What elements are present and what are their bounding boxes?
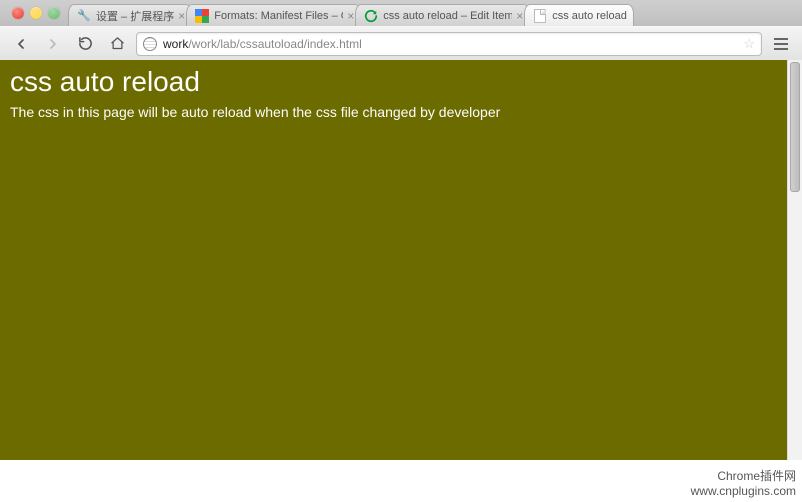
window-minimize-button[interactable] — [30, 7, 42, 19]
reload-button[interactable] — [72, 32, 98, 56]
tab-css-auto-reload[interactable]: css auto reload — [524, 4, 634, 26]
page-body-text: The css in this page will be auto reload… — [10, 104, 792, 120]
home-button[interactable] — [104, 32, 130, 56]
tab-title: css auto reload – Edit Item — [383, 10, 512, 22]
forward-button[interactable] — [40, 32, 66, 56]
globe-icon — [143, 37, 157, 51]
back-button[interactable] — [8, 32, 34, 56]
chrome-menu-button[interactable] — [768, 32, 794, 56]
close-icon[interactable]: × — [347, 9, 354, 23]
url-host: work — [163, 37, 188, 51]
tab-title: 设置 – 扩展程序 — [96, 8, 174, 24]
window-close-button[interactable] — [12, 7, 24, 19]
page-icon — [533, 9, 547, 23]
watermark-line-1: Chrome插件网 — [691, 469, 796, 485]
bookmark-star-icon[interactable]: ☆ — [743, 36, 755, 52]
wrench-icon: 🔧 — [77, 9, 91, 23]
vertical-scrollbar[interactable] — [787, 60, 802, 460]
address-bar[interactable]: work/work/lab/cssautoload/index.html ☆ — [136, 32, 762, 56]
google-icon — [195, 9, 209, 23]
tab-formats-manifest[interactable]: Formats: Manifest Files – Go… × — [186, 4, 361, 26]
watermark-line-2: www.cnplugins.com — [691, 484, 796, 500]
close-icon[interactable]: × — [516, 9, 523, 23]
scrollbar-thumb[interactable] — [790, 62, 800, 192]
url-path: /work/lab/cssautoload/index.html — [188, 37, 361, 51]
close-icon[interactable]: × — [178, 9, 185, 23]
browser-chrome: 🔧 设置 – 扩展程序 × Formats: Manifest Files – … — [0, 0, 802, 61]
tab-settings-extensions[interactable]: 🔧 设置 – 扩展程序 × — [68, 4, 192, 26]
watermark: Chrome插件网 www.cnplugins.com — [691, 469, 796, 500]
window-zoom-button[interactable] — [48, 7, 60, 19]
hamburger-icon — [774, 38, 788, 50]
tab-title: css auto reload — [552, 10, 627, 22]
toolbar: work/work/lab/cssautoload/index.html ☆ — [0, 26, 802, 60]
page-content: css auto reload The css in this page wil… — [0, 60, 802, 460]
tab-bar: 🔧 设置 – 扩展程序 × Formats: Manifest Files – … — [0, 0, 802, 26]
tab-css-auto-reload-edit[interactable]: css auto reload – Edit Item × — [355, 4, 530, 26]
page-heading: css auto reload — [10, 66, 792, 98]
reload-icon — [364, 9, 378, 23]
traffic-lights — [2, 0, 68, 26]
tab-title: Formats: Manifest Files – Go… — [214, 10, 343, 22]
